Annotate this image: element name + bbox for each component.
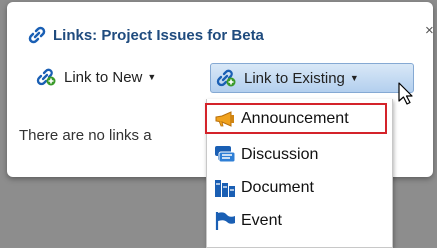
mouse-pointer-icon [398,82,413,105]
link-to-new-label: Link to New [64,68,143,86]
menu-item-document[interactable]: Document [207,173,392,203]
menu-item-event[interactable]: Event [207,206,392,236]
dialog-title: Links: Project Issues for Beta [27,25,264,45]
menu-item-label: Document [241,179,314,196]
chevron-down-icon: ▼ [349,73,359,83]
menu-item-announcement[interactable]: Announcement [205,103,387,134]
add-link-icon [36,68,56,86]
document-icon [213,178,237,198]
link-type-menu: Announcement Discussion Document Event [205,99,393,248]
megaphone-icon [213,109,237,129]
add-link-icon [216,69,236,87]
link-icon [28,26,46,44]
link-to-new-button[interactable]: Link to New ▼ [36,64,156,90]
flag-icon [213,211,237,231]
menu-item-label: Event [241,212,282,229]
link-to-existing-button[interactable]: Link to Existing ▼ [210,63,414,93]
link-to-existing-label: Link to Existing [244,69,345,87]
empty-message: There are no links a [19,127,152,144]
chevron-down-icon: ▼ [147,72,157,82]
chat-bubbles-icon [213,145,237,165]
menu-item-label: Announcement [241,109,349,127]
menu-item-label: Discussion [241,146,319,163]
menu-item-discussion[interactable]: Discussion [207,140,392,170]
dialog-title-text: Links: Project Issues for Beta [53,26,264,44]
close-icon[interactable]: × [425,23,434,38]
